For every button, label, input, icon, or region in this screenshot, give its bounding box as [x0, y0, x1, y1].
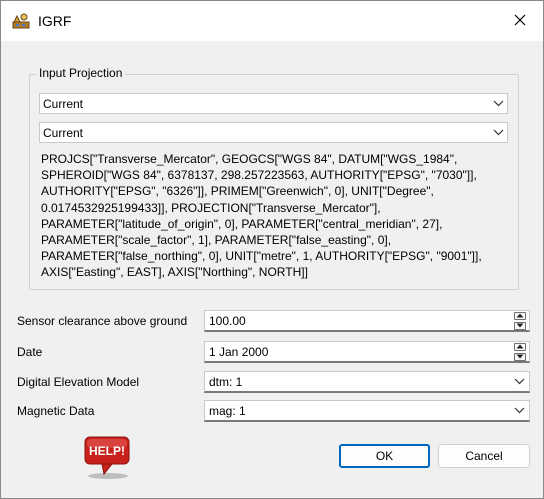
close-button[interactable]	[497, 1, 543, 41]
spin-down-arrow-icon[interactable]	[514, 321, 526, 330]
chevron-down-icon	[489, 123, 507, 142]
dem-label: Digital Elevation Model	[17, 375, 140, 389]
spin-arrows	[514, 342, 528, 361]
chevron-down-icon	[509, 378, 529, 385]
spin-arrows	[514, 311, 528, 330]
dem-value: dtm: 1	[209, 374, 243, 389]
chevron-down-icon	[509, 407, 529, 414]
title-bar: IGRF	[1, 1, 543, 41]
date-value: 1 Jan 2000	[209, 344, 269, 359]
input-projection-label: Input Projection	[36, 66, 126, 80]
dem-combo[interactable]: dtm: 1	[204, 371, 530, 393]
ok-label: OK	[375, 449, 394, 463]
date-label: Date	[17, 345, 43, 359]
projection-combo-2-value: Current	[43, 125, 84, 140]
help-label: HELP!	[89, 444, 125, 458]
projection-combo-1[interactable]: Current	[39, 93, 508, 114]
sensor-clearance-label: Sensor clearance above ground	[17, 314, 188, 328]
ok-button[interactable]: OK	[339, 444, 430, 468]
window-title: IGRF	[38, 13, 72, 29]
projection-wkt-text: PROJCS["Transverse_Mercator", GEOGCS["WG…	[41, 152, 482, 280]
date-spinbox[interactable]: 1 Jan 2000	[204, 341, 530, 363]
spin-down-arrow-icon[interactable]	[514, 352, 526, 361]
projection-combo-2[interactable]: Current	[39, 122, 508, 143]
help-button[interactable]: HELP!	[82, 434, 134, 480]
sensor-clearance-spinbox[interactable]: 100.00	[204, 310, 530, 332]
chevron-down-icon	[489, 94, 507, 113]
cancel-label: Cancel	[465, 449, 503, 463]
magnetic-data-combo[interactable]: mag: 1	[204, 400, 530, 422]
projection-combo-1-value: Current	[43, 96, 84, 111]
magnetic-data-label: Magnetic Data	[17, 404, 95, 418]
spin-up-arrow-icon[interactable]	[514, 342, 526, 351]
spin-up-arrow-icon[interactable]	[514, 311, 526, 320]
magnetic-data-value: mag: 1	[209, 403, 246, 418]
sensor-clearance-value: 100.00	[209, 313, 246, 328]
igrf-dialog: IGRF Input Projection Current Current PR…	[0, 0, 544, 499]
cancel-button[interactable]: Cancel	[438, 444, 530, 468]
close-icon	[514, 14, 526, 29]
app-icon	[11, 11, 31, 31]
